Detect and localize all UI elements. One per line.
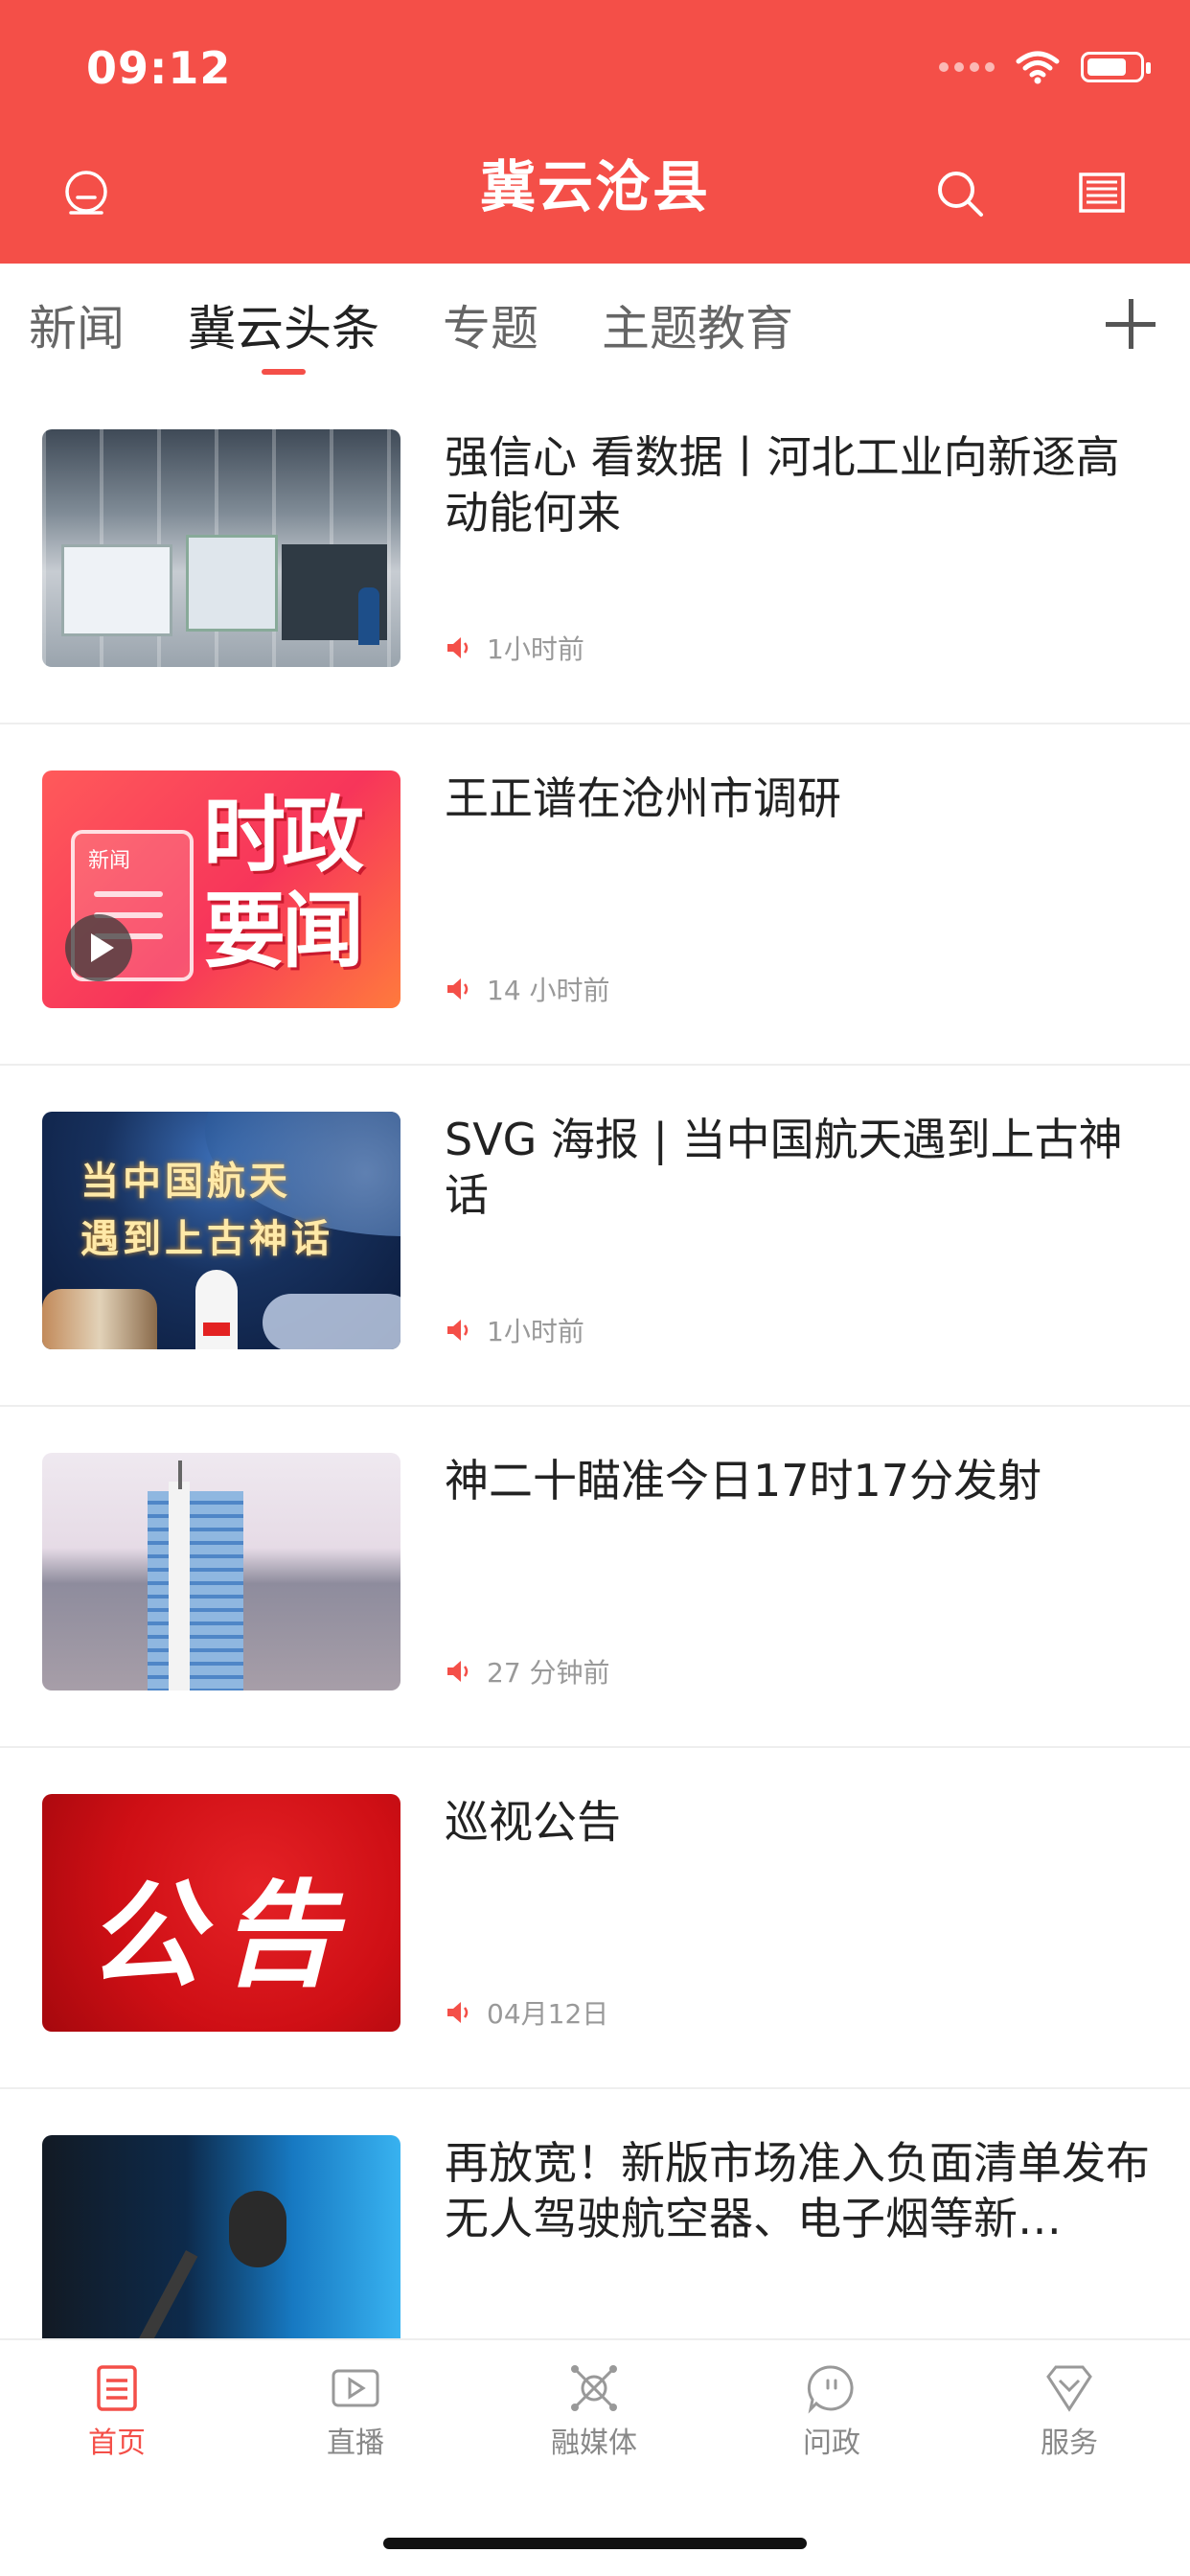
speaker-icon[interactable] [445, 1657, 473, 1686]
tab-theme-education[interactable]: 主题教育 [602, 290, 793, 359]
status-icons [939, 50, 1151, 84]
news-thumbnail: 新闻 时政要闻 [42, 770, 400, 1008]
battery-icon [1081, 52, 1151, 82]
service-heart-icon [1046, 2365, 1092, 2412]
news-title: 巡视公告 [445, 1796, 621, 1848]
news-time: 1小时前 [487, 633, 584, 665]
tabbar-label: 直播 [327, 2426, 384, 2460]
news-meta: 04月12日 [445, 1993, 608, 2032]
news-item[interactable]: 新闻 时政要闻 王正谱在沧州市调研 14 小时前 [0, 724, 1190, 1066]
news-title: 王正谱在沧州市调研 [445, 772, 841, 824]
tabbar-service[interactable]: 服务 [973, 2361, 1165, 2461]
news-thumbnail: 公告 [42, 1794, 400, 2032]
active-tab-indicator [262, 369, 306, 375]
news-time: 27 分钟前 [487, 1657, 610, 1689]
tab-jiyun-headlines[interactable]: 冀云头条 [188, 290, 379, 359]
news-time: 04月12日 [487, 1998, 609, 2030]
news-title: 神二十瞄准今日17时17分发射 [445, 1455, 1042, 1506]
news-thumbnail [42, 429, 400, 667]
news-item[interactable]: 再放宽！新版市场准入负面清单发布 无人驾驶航空器、电子烟等新… [0, 2089, 1190, 2338]
tab-special-topics[interactable]: 专题 [443, 290, 538, 359]
news-feed: 强信心 看数据丨河北工业向新逐高动能何来 1小时前 新闻 时政要闻 王正谱在沧州… [0, 383, 1190, 2338]
news-time: 1小时前 [487, 1316, 584, 1347]
speaker-icon[interactable] [445, 975, 473, 1003]
tabbar-label: 服务 [1041, 2426, 1098, 2460]
wifi-icon [1016, 51, 1060, 84]
newspaper-button[interactable] [1073, 165, 1131, 222]
status-time: 09:12 [86, 42, 232, 94]
news-item[interactable]: 神二十瞄准今日17时17分发射 27 分钟前 [0, 1407, 1190, 1748]
news-meta: 1小时前 [445, 629, 584, 667]
thumb-notice-text: 公告 [87, 1868, 355, 2003]
news-item[interactable]: 强信心 看数据丨河北工业向新逐高动能何来 1小时前 [0, 383, 1190, 724]
thumb-text-line2: 遇到上古神话 [80, 1216, 333, 1261]
video-icon [332, 2369, 379, 2407]
app-title: 冀云沧县 [479, 154, 710, 219]
thumb-headline-text: 时政要闻 [203, 788, 364, 979]
news-meta: 14 小时前 [445, 970, 610, 1008]
news-thumbnail [42, 1453, 400, 1690]
newspaper-icon [1079, 172, 1125, 213]
tabbar-live[interactable]: 直播 [260, 2361, 451, 2461]
thumb-doc-label: 新闻 [88, 849, 131, 873]
tabbar-label: 融媒体 [551, 2426, 637, 2460]
speaker-icon[interactable] [445, 1316, 473, 1345]
news-thumbnail: 当中国航天 遇到上古神话 [42, 1112, 400, 1349]
speaker-icon[interactable] [445, 633, 473, 662]
app-screen: 09:12 冀云沧县 新闻 冀云头条 专题 主题教育 强信心 看数据丨河北工业向… [0, 0, 1190, 2576]
search-button[interactable] [931, 165, 989, 222]
news-meta: 1小时前 [445, 1311, 584, 1349]
add-channel-button[interactable] [1104, 297, 1157, 351]
news-item[interactable]: 当中国航天 遇到上古神话 SVG 海报 | 当中国航天遇到上古神话 1小时前 [0, 1066, 1190, 1407]
tabbar-media[interactable]: 融媒体 [498, 2361, 690, 2461]
thumb-text-line1: 当中国航天 [80, 1159, 291, 1204]
news-title: 强信心 看数据丨河北工业向新逐高动能何来 [445, 431, 1120, 539]
news-thumbnail [42, 2135, 400, 2338]
home-indicator [383, 2538, 807, 2549]
tabbar-label: 问政 [803, 2426, 860, 2460]
app-header: 09:12 冀云沧县 [0, 0, 1190, 264]
tabbar-home[interactable]: 首页 [21, 2361, 213, 2461]
speaker-icon[interactable] [445, 1998, 473, 2027]
media-hub-icon [571, 2365, 617, 2411]
search-icon [938, 172, 983, 217]
tabbar-label: 首页 [88, 2426, 146, 2460]
news-meta: 27 分钟前 [445, 1652, 610, 1690]
play-icon[interactable] [65, 914, 132, 981]
home-doc-icon [97, 2365, 137, 2411]
news-item[interactable]: 公告 巡视公告 04月12日 [0, 1748, 1190, 2089]
chat-bubble-icon [807, 2365, 854, 2414]
signal-icon [939, 62, 995, 72]
tab-news[interactable]: 新闻 [29, 290, 125, 359]
channel-tabs: 新闻 冀云头条 专题 主题教育 [0, 264, 1190, 383]
news-time: 14 小时前 [487, 975, 610, 1006]
tabbar-inquiry[interactable]: 问政 [736, 2361, 927, 2461]
news-title: 再放宽！新版市场准入负面清单发布 无人驾驶航空器、电子烟等新… [445, 2137, 1150, 2244]
news-title: SVG 海报 | 当中国航天遇到上古神话 [445, 1114, 1123, 1221]
